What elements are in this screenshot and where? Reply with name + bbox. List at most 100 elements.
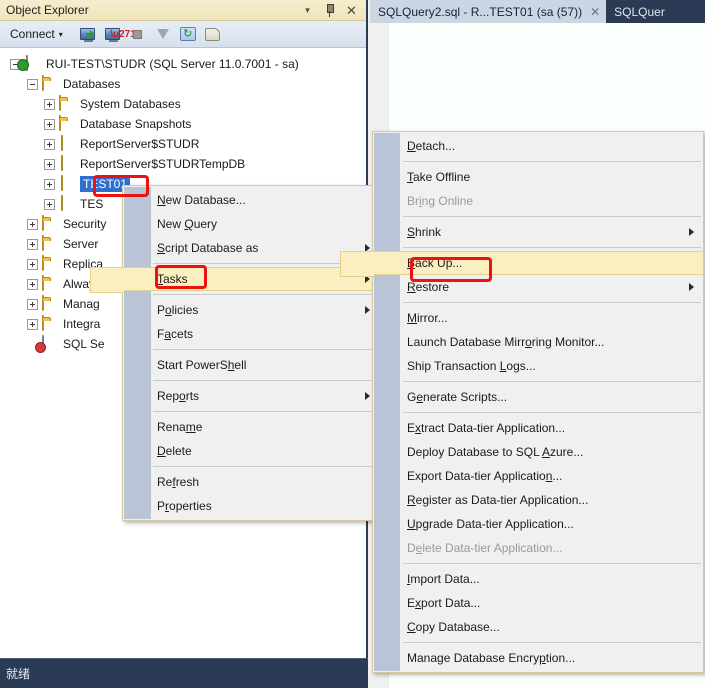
menu-item-label: Facets [157,327,194,341]
menu-separator [153,466,377,467]
connect-button[interactable]: Connect ▾ [8,25,67,43]
expand-icon[interactable] [44,158,55,170]
object-explorer-titlebar: Object Explorer ▾ ✕ [0,0,366,21]
menu-item-label: Reports [157,389,200,403]
menu-item-label: Ship Transaction Logs... [407,359,536,373]
folder-icon [42,75,58,92]
tree-node[interactable]: ReportServer$STUDR [0,134,366,154]
expand-icon[interactable] [27,238,38,250]
close-icon[interactable]: ✕ [345,3,358,18]
editor-tab[interactable]: SQLQuer [606,0,671,23]
tree-node-label: TES [80,197,104,211]
menu-item[interactable]: Upgrade Data-tier Application... [373,512,703,536]
menu-item[interactable]: Policies [123,298,379,322]
menu-item[interactable]: Copy Database... [373,615,703,639]
menu-item-label: Delete [157,444,192,458]
menu-item[interactable]: Launch Database Mirroring Monitor... [373,330,703,354]
chevron-down-icon: ▾ [58,29,63,39]
menu-item[interactable]: Ship Transaction Logs... [373,354,703,378]
menu-item-label: Take Offline [407,170,471,184]
menu-item-label: New Database... [157,193,246,207]
menu-item[interactable]: New Database... [123,188,379,212]
expand-icon[interactable] [27,258,38,270]
refresh-icon[interactable]: ↻ [177,24,199,45]
menu-item[interactable]: Restore [373,275,703,299]
menu-item[interactable]: Register as Data-tier Application... [373,488,703,512]
menu-item[interactable]: New Query [123,212,379,236]
menu-separator [403,563,701,564]
tree-node[interactable]: RUI-TEST\STUDR (SQL Server 11.0.7001 - s… [0,54,366,74]
tree-node[interactable]: System Databases [0,94,366,114]
database-icon [59,135,75,152]
menu-item: Bring Online [373,189,703,213]
tree-node-label: ReportServer$STUDR [80,137,200,151]
collapse-icon[interactable] [27,78,38,90]
menu-item[interactable]: Refresh [123,470,379,494]
expand-icon[interactable] [27,318,38,330]
menu-item-label: Export Data... [407,596,481,610]
expand-icon[interactable] [44,98,55,110]
menu-item[interactable]: Export Data... [373,591,703,615]
menu-item[interactable]: Rename [123,415,379,439]
menu-item[interactable]: Mirror... [373,306,703,330]
menu-separator [153,294,377,295]
folder-icon [42,315,58,332]
expand-icon[interactable] [27,278,38,290]
editor-tab[interactable]: SQLQuery2.sql - R...TEST01 (sa (57)) ✕ [370,0,607,23]
filter-icon[interactable] [152,24,174,45]
menu-item[interactable]: Deploy Database to SQL Azure... [373,440,703,464]
menu-item[interactable]: Export Data-tier Application... [373,464,703,488]
menu-item-label: Back Up... [407,256,463,270]
menu-item-label: Export Data-tier Application... [407,469,563,483]
menu-item[interactable]: Detach... [373,134,703,158]
folder-icon [42,215,58,232]
connect-server-icon[interactable] [77,24,99,45]
menu-item[interactable]: Generate Scripts... [373,385,703,409]
close-icon[interactable]: ✕ [590,5,600,19]
menu-item[interactable]: Import Data... [373,567,703,591]
tree-node-label: Manag [63,297,100,311]
menu-item: Delete Data-tier Application... [373,536,703,560]
menu-item[interactable]: Extract Data-tier Application... [373,416,703,440]
menu-item[interactable]: Shrink [373,220,703,244]
menu-item-label: Start PowerShell [157,358,247,372]
menu-item[interactable]: Take Offline [373,165,703,189]
script-icon[interactable] [202,24,224,45]
expand-icon[interactable] [44,138,55,150]
expand-icon[interactable] [44,198,55,210]
menu-separator [403,161,701,162]
submenu-arrow-icon [365,392,370,400]
disconnect-server-icon[interactable]: \u2716 [102,24,141,45]
expand-icon[interactable] [44,178,55,190]
menu-separator [153,380,377,381]
tree-node-label: Security [63,217,107,231]
expand-icon[interactable] [44,118,55,130]
menu-item-label: Shrink [407,225,442,239]
menu-item[interactable]: Properties [123,494,379,518]
menu-item[interactable]: Delete [123,439,379,463]
menu-item[interactable]: Back Up... [340,251,703,277]
folder-icon [42,295,58,312]
status-bar-text: 就绪 [6,667,31,681]
menu-item-label: Manage Database Encryption... [407,651,576,665]
stop-icon[interactable] [127,24,149,45]
folder-icon [59,115,75,132]
database-icon [59,155,75,172]
tasks-submenu: Detach... Take Offline Bring Online Shrink B… [340,131,704,673]
menu-item[interactable]: Facets [123,322,379,346]
chevron-down-icon[interactable]: ▾ [301,3,314,18]
menu-separator [403,412,701,413]
expand-icon[interactable] [27,298,38,310]
tree-node[interactable]: Database Snapshots [0,114,366,134]
pin-icon[interactable] [323,3,336,18]
tree-node[interactable]: ReportServer$STUDRTempDB [0,154,366,174]
menu-item-label: Generate Scripts... [407,390,508,404]
expand-icon[interactable] [27,218,38,230]
editor-tabstrip: SQLQuery2.sql - R...TEST01 (sa (57)) ✕ SQL… [370,0,705,23]
tree-node[interactable]: Databases [0,74,366,94]
tree-node-label: Databases [63,77,121,91]
menu-item[interactable]: Start PowerShell [123,353,379,377]
menu-item[interactable]: Manage Database Encryption... [373,646,703,670]
tree-node-label: System Databases [80,97,181,111]
menu-item[interactable]: Reports [123,384,379,408]
